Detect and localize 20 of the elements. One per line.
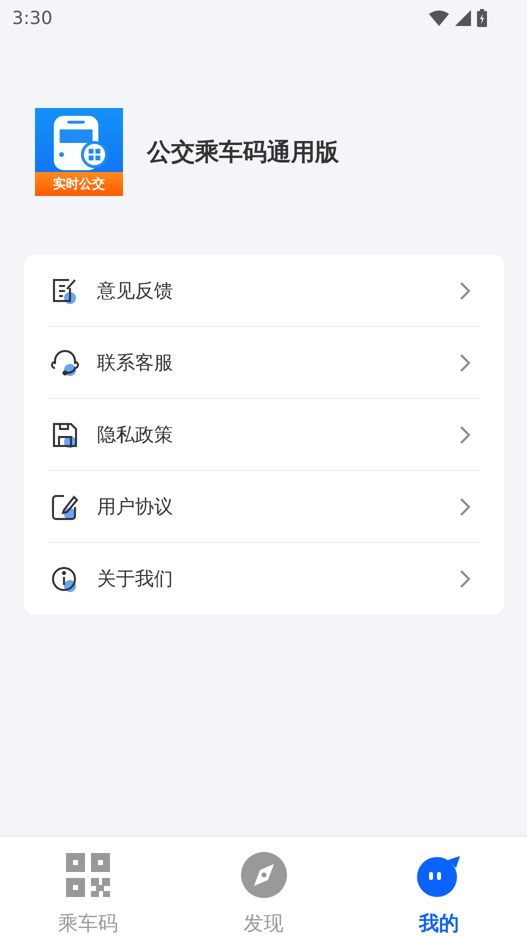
chevron-icon [459,280,471,300]
chevron-icon [459,424,471,444]
headset-icon [50,348,80,378]
app-name: 公交乘车码通用版 [147,137,339,168]
tab[interactable]: 我的 [351,837,527,937]
wifi-icon [429,10,449,26]
chevron-icon [459,568,471,588]
app-icon-label: 实时公交 [35,172,123,196]
chevron-icon [459,352,471,372]
menu-item[interactable]: 意见反馈 [47,255,481,327]
status-time: 3:30 [12,8,52,28]
chevron-icon [459,496,471,516]
menu-item[interactable]: 隐私政策 [47,399,481,471]
menu-item[interactable]: 关于我们 [47,543,481,614]
signal-icon [455,10,471,26]
battery-icon [477,9,487,27]
menu-item[interactable]: 用户协议 [47,471,481,543]
qr-code-icon [64,852,111,898]
compass-icon [240,852,286,898]
menu-item[interactable]: 联系客服 [47,327,481,399]
